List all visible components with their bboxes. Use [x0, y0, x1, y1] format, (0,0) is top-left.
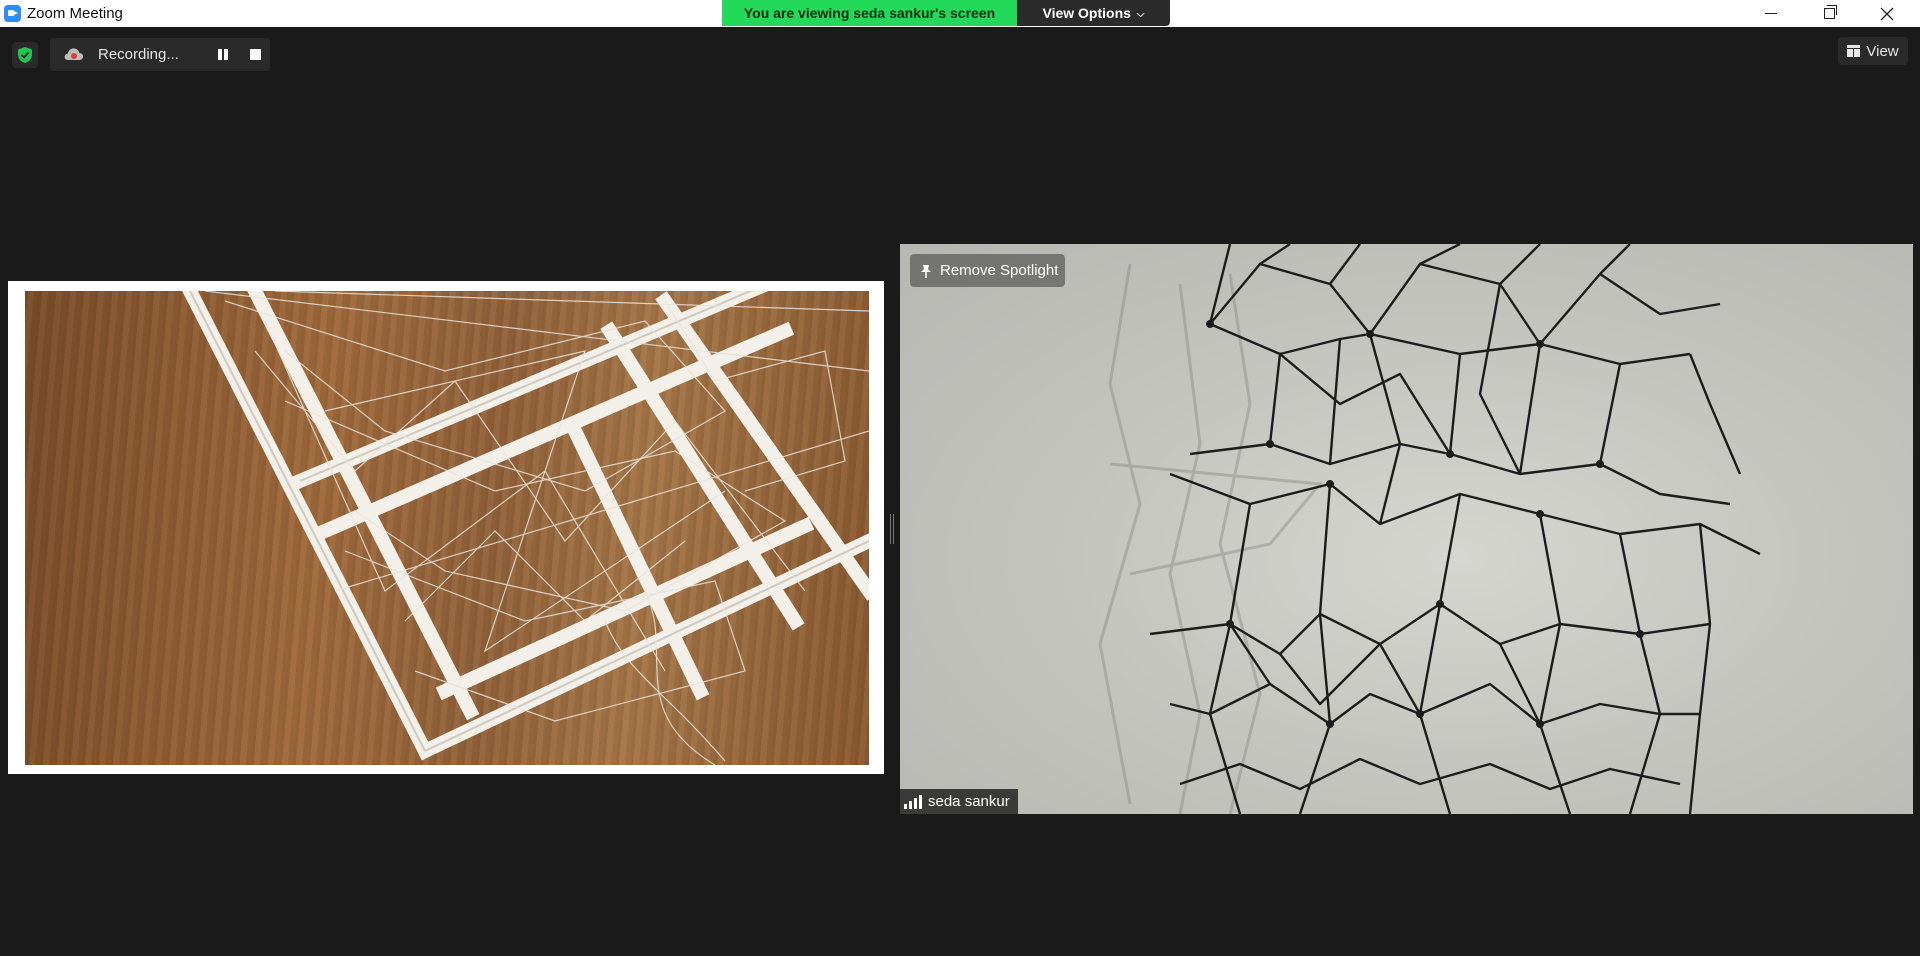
view-button[interactable]: View	[1838, 37, 1908, 65]
cloud-recording-icon	[64, 48, 84, 60]
remove-spotlight-label: Remove Spotlight	[940, 262, 1059, 279]
view-options-label: View Options	[1042, 5, 1131, 21]
gallery-grid-icon	[1847, 45, 1861, 57]
zoom-app-icon	[4, 5, 21, 22]
spotlight-video-tile	[900, 244, 1913, 814]
tile-resize-handle[interactable]	[890, 514, 894, 544]
title-bar: Zoom Meeting You are viewing seda sankur…	[0, 0, 1920, 27]
close-icon	[1880, 7, 1894, 20]
minimize-icon	[1765, 13, 1777, 14]
pin-icon	[921, 264, 931, 278]
participant-name-tag: seda sankur	[900, 789, 1018, 814]
shield-check-icon	[18, 47, 32, 63]
string-lattice-sculpture-image	[182, 291, 869, 765]
window-title: Zoom Meeting	[27, 5, 123, 22]
signal-strength-icon	[904, 794, 922, 809]
chevron-down-icon: ⌵	[1136, 9, 1145, 20]
shared-screen-tile	[8, 281, 884, 774]
restore-button[interactable]	[1800, 0, 1858, 27]
black-web-sculpture-image	[1098, 244, 1761, 814]
view-button-label: View	[1866, 42, 1899, 60]
recording-indicator: Recording...	[50, 38, 270, 71]
view-options-button[interactable]: View Options ⌵	[1017, 0, 1170, 26]
video-feed-wooden-frame	[25, 291, 869, 765]
remove-spotlight-button[interactable]: Remove Spotlight	[910, 254, 1065, 287]
screen-share-banner: You are viewing seda sankur's screen Vie…	[722, 0, 1170, 26]
pause-recording-button[interactable]	[216, 48, 230, 62]
restore-icon	[1823, 5, 1837, 19]
minimize-button[interactable]	[1742, 0, 1800, 27]
stop-recording-button[interactable]	[250, 49, 261, 60]
meeting-security-button[interactable]	[12, 42, 38, 68]
viewing-screen-label: You are viewing seda sankur's screen	[722, 0, 1017, 26]
participant-name: seda sankur	[928, 793, 1010, 810]
recording-status-text: Recording...	[98, 46, 179, 63]
close-button[interactable]	[1858, 0, 1916, 27]
